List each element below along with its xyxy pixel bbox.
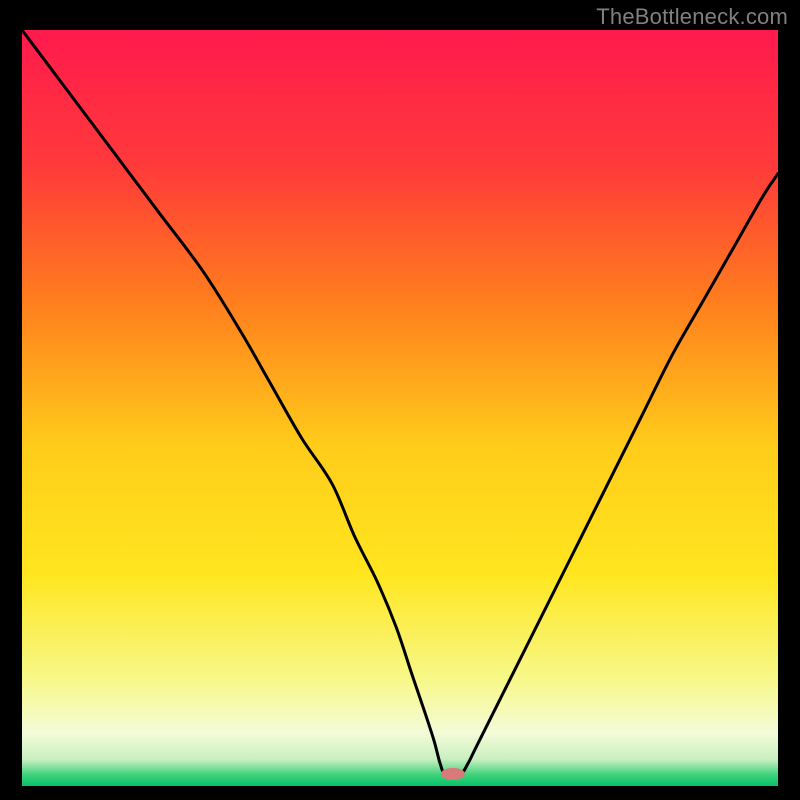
watermark-text: TheBottleneck.com: [596, 4, 788, 30]
plot-background: [22, 30, 778, 786]
min-marker: [441, 768, 465, 780]
chart-frame: TheBottleneck.com: [0, 0, 800, 800]
plot-svg: [22, 30, 778, 786]
bottleneck-plot: [22, 30, 778, 786]
